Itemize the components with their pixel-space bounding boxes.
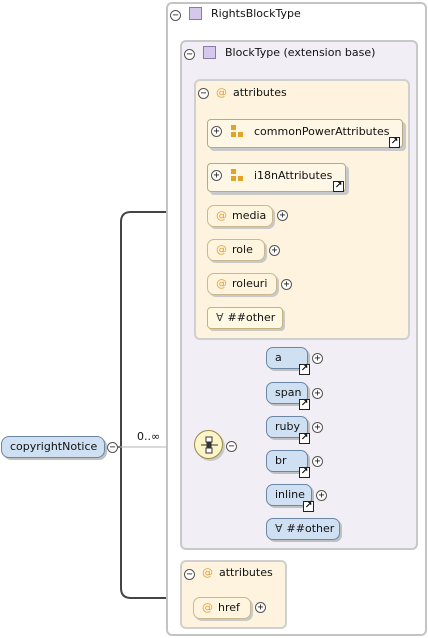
attribute-group-icon	[231, 169, 245, 183]
expand-toggle-icon[interactable]: +	[269, 245, 280, 256]
any-attribute-label: ##other	[227, 311, 276, 324]
attribute-icon: @	[216, 277, 227, 290]
collapse-toggle-icon[interactable]: −	[198, 88, 209, 99]
external-link-icon[interactable]: ↗	[299, 364, 310, 375]
attribute-group-icon	[231, 125, 245, 139]
complex-type-icon	[189, 7, 202, 20]
collapse-toggle-icon[interactable]: −	[226, 441, 237, 452]
external-link-icon[interactable]: ↗	[299, 433, 310, 444]
collapse-toggle-icon[interactable]: −	[184, 569, 195, 580]
attribute-roleuri[interactable]: @ roleuri	[207, 273, 277, 295]
external-link-icon[interactable]: ↗	[299, 467, 310, 478]
attribute-group-label: commonPowerAttributes	[254, 125, 390, 138]
expand-toggle-icon[interactable]: +	[312, 456, 323, 467]
attribute-media[interactable]: @ media	[207, 205, 273, 227]
root-element-copyright-notice[interactable]: copyrightNotice	[1, 436, 105, 458]
wildcard-icon: ∀	[275, 522, 283, 535]
any-attribute[interactable]: ∀ ##other	[207, 307, 283, 329]
expand-toggle-icon[interactable]: +	[211, 170, 222, 181]
attribute-label: role	[232, 243, 253, 256]
collapse-toggle-icon[interactable]: −	[184, 49, 195, 60]
attribute-icon: @	[216, 209, 227, 222]
attribute-icon: @	[216, 243, 227, 256]
complex-type-icon	[203, 46, 216, 59]
expand-toggle-icon[interactable]: +	[312, 353, 323, 364]
wildcard-icon: ∀	[216, 311, 224, 324]
attribute-label: roleuri	[232, 277, 268, 290]
attribute-icon: @	[216, 86, 227, 99]
attribute-href[interactable]: @ href	[193, 597, 251, 619]
attributes-title: attributes	[233, 86, 287, 99]
expand-toggle-icon[interactable]: +	[316, 490, 327, 501]
expand-toggle-icon[interactable]: +	[211, 126, 222, 137]
extension-base-title: BlockType (extension base)	[225, 46, 376, 59]
cardinality-label: 0..∞	[137, 430, 161, 443]
external-link-icon[interactable]: ↗	[303, 501, 314, 512]
complex-type-title: RightsBlockType	[211, 7, 301, 20]
attribute-icon: @	[202, 566, 213, 579]
any-element[interactable]: ∀ ##other	[266, 518, 340, 540]
external-link-icon[interactable]: ↗	[389, 137, 400, 148]
choice-symbol	[201, 436, 218, 454]
expand-toggle-icon[interactable]: +	[277, 210, 288, 221]
own-attributes-title: attributes	[219, 566, 273, 579]
collapse-toggle-icon[interactable]: −	[170, 10, 181, 21]
attribute-group-label: i18nAttributes	[254, 169, 333, 182]
attribute-label: media	[232, 209, 267, 222]
choice-compositor-icon[interactable]	[194, 430, 223, 459]
expand-toggle-icon[interactable]: +	[312, 388, 323, 399]
external-link-icon[interactable]: ↗	[333, 181, 344, 192]
external-link-icon[interactable]: ↗	[299, 399, 310, 410]
any-element-label: ##other	[286, 522, 335, 535]
collapse-toggle-icon[interactable]: −	[107, 442, 118, 453]
expand-toggle-icon[interactable]: +	[281, 279, 292, 290]
attribute-role[interactable]: @ role	[207, 239, 265, 261]
expand-toggle-icon[interactable]: +	[255, 602, 266, 613]
expand-toggle-icon[interactable]: +	[312, 422, 323, 433]
attribute-label: href	[218, 601, 240, 614]
attribute-icon: @	[202, 601, 213, 614]
